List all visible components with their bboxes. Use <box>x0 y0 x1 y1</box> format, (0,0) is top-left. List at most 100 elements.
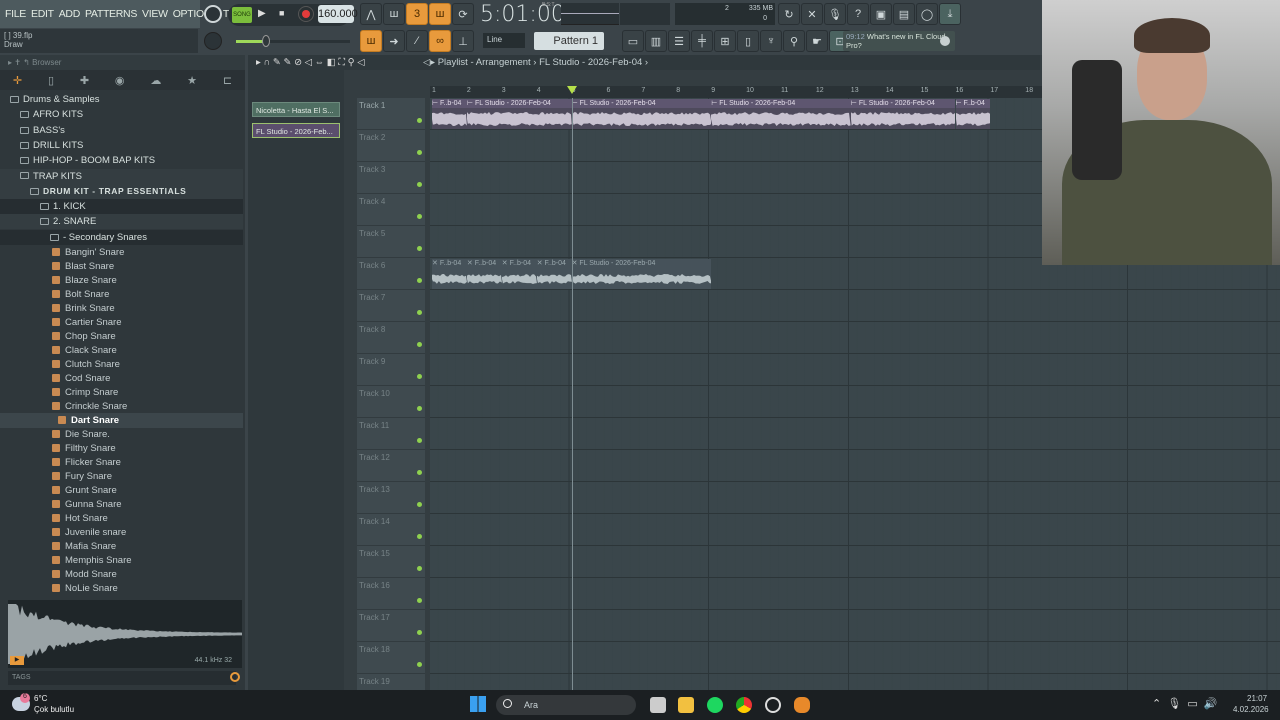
track-mute-led[interactable] <box>417 534 422 539</box>
fl-studio-icon[interactable] <box>794 697 810 713</box>
performance-icon[interactable]: ⚲ <box>783 30 805 52</box>
mixer-icon[interactable]: ╪ <box>691 30 713 52</box>
browser-folder[interactable]: TRAP KITS <box>0 169 243 184</box>
link-icon[interactable]: ∞ <box>429 30 451 52</box>
track-header[interactable]: Track 14 <box>357 514 425 546</box>
start-button[interactable] <box>470 696 486 712</box>
undo-icon[interactable]: ↻ <box>778 3 800 25</box>
playlist-icon[interactable]: ▭ <box>622 30 644 52</box>
track-mute-led[interactable] <box>417 502 422 507</box>
track-lane[interactable] <box>430 578 1280 610</box>
audio-clip[interactable]: ⊢ FL Studio - 2026-Feb-04 <box>572 99 712 129</box>
search-tags-icon[interactable] <box>230 672 240 682</box>
track-mute-led[interactable] <box>417 118 422 123</box>
menu-view[interactable]: VIEW <box>142 8 168 20</box>
browser-folder[interactable]: HIP-HOP - BOOM BAP KITS <box>0 153 243 168</box>
track-mute-led[interactable] <box>417 374 422 379</box>
track-mute-led[interactable] <box>417 598 422 603</box>
snap-select[interactable]: Line <box>483 33 525 48</box>
track-mute-led[interactable] <box>417 246 422 251</box>
menu-add[interactable]: ADD <box>59 8 80 20</box>
track-lane[interactable] <box>430 610 1280 642</box>
metronome-icon[interactable]: ⋀ <box>360 3 382 25</box>
cloud-icon[interactable]: ☁ <box>150 74 161 87</box>
browser-file[interactable]: Dart Snare <box>0 413 243 428</box>
sounds-icon[interactable]: ◉ <box>115 74 125 87</box>
audio-clip[interactable]: ⊢ F..b-04 <box>956 99 991 129</box>
track-header[interactable]: Track 9 <box>357 354 425 386</box>
preview-play-icon[interactable]: ▶ <box>10 656 24 665</box>
browser-file[interactable]: Blaze Snare <box>0 273 243 288</box>
browser-file[interactable]: Modd Snare <box>0 567 243 582</box>
browser-file[interactable]: Chop Snare <box>0 329 243 344</box>
news-panel[interactable]: 09:12 What's new in FL Cloud Pro? <box>843 31 955 51</box>
track-header[interactable]: Track 10 <box>357 386 425 418</box>
menu-edit[interactable]: EDIT <box>31 8 54 20</box>
track-lane[interactable] <box>430 674 1280 690</box>
track-header[interactable]: Track 15 <box>357 546 425 578</box>
track-header[interactable]: Track 4 <box>357 194 425 226</box>
audio-clip[interactable]: ⊢ FL Studio - 2026-Feb-04 <box>467 99 572 129</box>
weather-temp[interactable]: 6°C <box>34 694 47 703</box>
audio-clip[interactable]: ✕ F..b-04 <box>537 259 572 289</box>
browser-file[interactable]: Memphis Snare <box>0 553 243 568</box>
tags-field[interactable]: TAGS <box>8 671 236 685</box>
browser-file[interactable]: Clack Snare <box>0 343 243 358</box>
chat-icon[interactable]: ◯ <box>916 3 938 25</box>
save-icon[interactable]: ▣ <box>870 3 892 25</box>
track-mute-led[interactable] <box>417 406 422 411</box>
track-mute-led[interactable] <box>417 470 422 475</box>
browser-icon[interactable]: ⊞ <box>714 30 736 52</box>
countdown-icon[interactable]: 3 <box>406 3 428 25</box>
browser-file[interactable]: Filthy Snare <box>0 441 243 456</box>
track-mute-led[interactable] <box>417 566 422 571</box>
plugin-icon[interactable]: ♆ <box>760 30 782 52</box>
master-pitch-knob[interactable] <box>204 32 222 50</box>
download-icon[interactable]: ⤓ <box>939 3 961 25</box>
audio-clip[interactable]: ⊢ FL Studio - 2026-Feb-04 <box>851 99 956 129</box>
track-lane[interactable] <box>430 322 1280 354</box>
audio-clip[interactable]: ✕ FL Studio - 2026-Feb-04 <box>572 259 712 289</box>
piano-roll-icon[interactable]: ▥ <box>645 30 667 52</box>
track-lane[interactable] <box>430 482 1280 514</box>
track-mute-led[interactable] <box>417 438 422 443</box>
track-mute-led[interactable] <box>417 310 422 315</box>
browser-file[interactable]: Die Snare. <box>0 427 243 442</box>
audio-clip[interactable]: ✕ F..b-04 <box>467 259 502 289</box>
browser-folder[interactable]: DRILL KITS <box>0 138 243 153</box>
track-header[interactable]: Track 8 <box>357 322 425 354</box>
browser-file[interactable]: Flicker Snare <box>0 455 243 470</box>
browser-file[interactable]: Mafia Snare <box>0 539 243 554</box>
track-lane[interactable] <box>430 514 1280 546</box>
track-mute-led[interactable] <box>417 662 422 667</box>
chrome-icon[interactable] <box>736 697 752 713</box>
browser-folder[interactable]: 2. SNARE <box>0 214 243 229</box>
arrow-icon[interactable]: ➜ <box>383 30 405 52</box>
track-header[interactable]: Track 12 <box>357 450 425 482</box>
plugin-db-icon[interactable]: ✚ <box>80 74 89 87</box>
cut-icon[interactable]: ✕ <box>801 3 823 25</box>
breadcrumb-arrangement[interactable]: Playlist - Arrangement <box>438 57 531 68</box>
browser-file[interactable]: Crimp Snare <box>0 385 243 400</box>
track-header[interactable]: Track 7 <box>357 290 425 322</box>
weather-text[interactable]: Çok bulutlu <box>34 705 74 714</box>
browser-file[interactable]: Grunt Snare <box>0 483 243 498</box>
current-project-icon[interactable]: ▯ <box>48 74 54 87</box>
playhead-marker[interactable] <box>567 86 577 94</box>
track-lane[interactable] <box>430 386 1280 418</box>
globe-icon[interactable] <box>940 36 950 46</box>
clock-date[interactable]: 4.02.2026 <box>1233 705 1269 714</box>
track-header[interactable]: Track 3 <box>357 162 425 194</box>
audio-clip[interactable]: ✕ F..b-04 <box>502 259 537 289</box>
tempo-display[interactable]: 160.000 <box>318 5 354 23</box>
track-mute-led[interactable] <box>417 150 422 155</box>
browser-file[interactable]: Cod Snare <box>0 371 243 386</box>
pencil-icon[interactable]: ⁄ <box>406 30 428 52</box>
track-lane[interactable] <box>430 642 1280 674</box>
audio-clip[interactable]: ⊢ F..b-04 <box>432 99 467 129</box>
favorites-icon[interactable]: ★ <box>187 74 197 87</box>
browser-file[interactable]: Clutch Snare <box>0 357 243 372</box>
browser-file[interactable]: Brink Snare <box>0 301 243 316</box>
project-icon[interactable]: ▯ <box>737 30 759 52</box>
taskbar-search[interactable]: Ara <box>496 695 636 715</box>
